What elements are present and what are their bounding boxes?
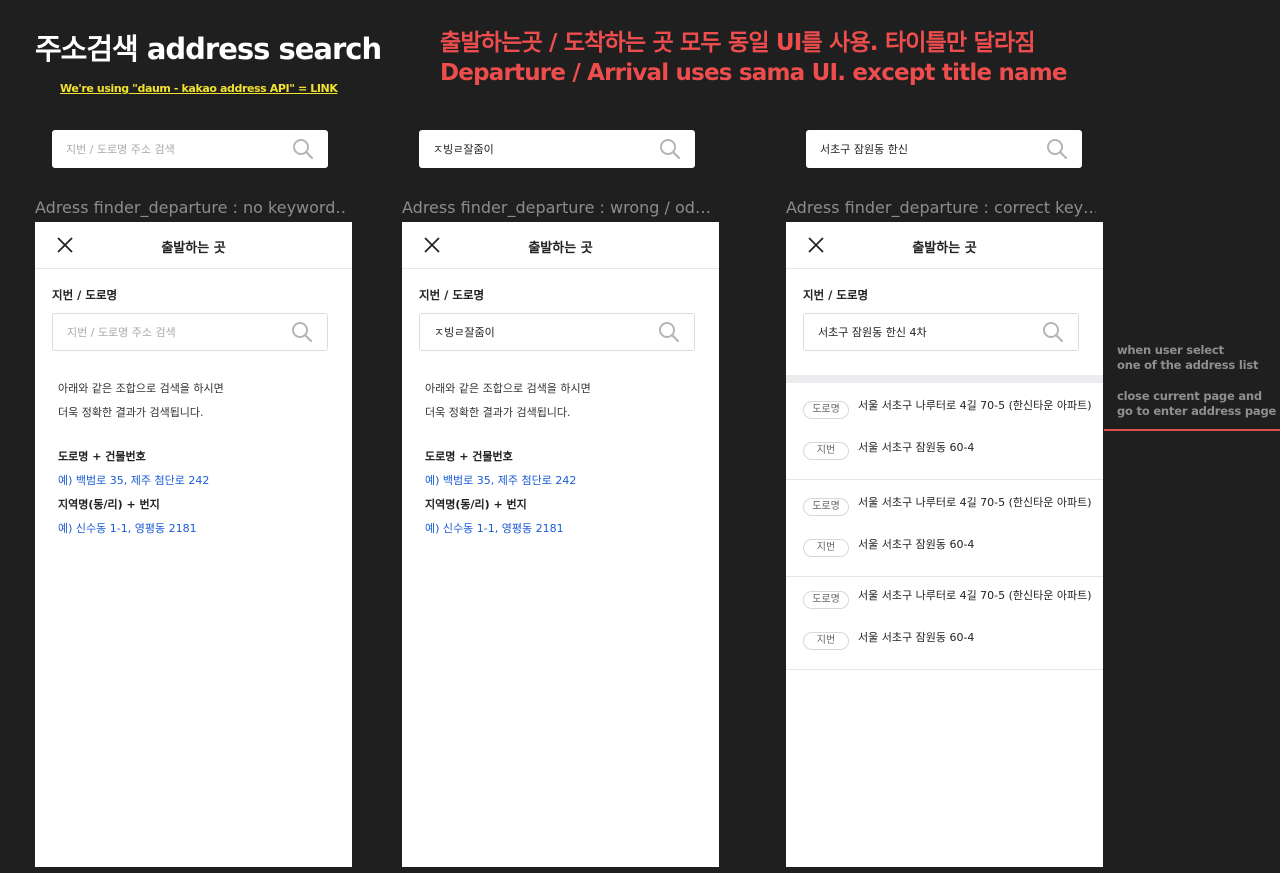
side-note-line-2: one of the address list: [1117, 358, 1259, 372]
road-address: 서울 서초구 나루터로 4길 70-5 (한신타운 아파트): [858, 399, 1092, 412]
top-search-placeholder-1: 지번 / 도로명 주소 검색: [66, 143, 175, 156]
side-note-line-1: when user select: [1117, 343, 1224, 357]
top-search-input-3[interactable]: 서초구 잠원동 한신: [806, 130, 1082, 168]
address-search-input[interactable]: ㅈ빙ㄹ잘줌이: [419, 313, 695, 351]
road-tag: 도로명: [803, 401, 849, 419]
search-placeholder: 지번 / 도로명 주소 검색: [67, 326, 176, 339]
top-search-input-1[interactable]: 지번 / 도로명 주소 검색: [52, 130, 328, 168]
screen-header: 출발하는 곳: [35, 222, 352, 269]
search-icon[interactable]: [1042, 321, 1064, 343]
annotation-line: [1104, 429, 1280, 431]
guide-region-title: 지역명(동/리) + 번지: [58, 498, 160, 511]
guide-line-2: 더욱 정확한 결과가 검색됩니다.: [425, 406, 571, 419]
top-search-input-2[interactable]: ㅈ빙ㄹ잘줌이: [419, 130, 695, 168]
api-link[interactable]: We're using "daum - kakao address API" =…: [60, 82, 338, 95]
address-search-input[interactable]: 서초구 잠원동 한신 4차: [803, 313, 1079, 351]
guide-line-1: 아래와 같은 조합으로 검색을 하시면: [58, 382, 224, 395]
road-address: 서울 서초구 나루터로 4길 70-5 (한신타운 아파트): [858, 496, 1092, 509]
road-tag: 도로명: [803, 498, 849, 516]
road-tag: 도로명: [803, 591, 849, 609]
note-korean: 출발하는곳 / 도착하는 곳 모두 동일 UI를 사용. 타이틀만 달라짐: [440, 30, 1035, 56]
screen-no-keyword: 출발하는 곳 지번 / 도로명 지번 / 도로명 주소 검색 아래와 같은 조합…: [35, 222, 352, 867]
screen-header: 출발하는 곳: [786, 222, 1103, 269]
section-label: 지번 / 도로명: [419, 288, 485, 302]
guide-region-title: 지역명(동/리) + 번지: [425, 498, 527, 511]
frame-label-3: Adress finder_departure : correct key…: [786, 198, 1096, 217]
top-search-value-2: ㅈ빙ㄹ잘줌이: [433, 143, 494, 156]
section-label: 지번 / 도로명: [803, 288, 869, 302]
address-search-input[interactable]: 지번 / 도로명 주소 검색: [52, 313, 328, 351]
search-guide: 아래와 같은 조합으로 검색을 하시면 더욱 정확한 결과가 검색됩니다. 도로…: [58, 377, 224, 541]
jibun-address: 서울 서초구 잠원동 60-4: [858, 538, 975, 551]
address-result-item[interactable]: 도로명 서울 서초구 나루터로 4길 70-5 (한신타운 아파트) 지번 서울…: [786, 480, 1103, 577]
screen-title: 출발하는 곳: [161, 241, 226, 256]
guide-road-title: 도로명 + 건물번호: [425, 450, 513, 463]
list-divider: [786, 375, 1103, 383]
top-search-value-3: 서초구 잠원동 한신: [820, 143, 908, 156]
page-title: 주소검색 address search: [35, 32, 382, 66]
address-result-item[interactable]: 도로명 서울 서초구 나루터로 4길 70-5 (한신타운 아파트) 지번 서울…: [786, 573, 1103, 670]
jibun-address: 서울 서초구 잠원동 60-4: [858, 631, 975, 644]
frame-label-1: Adress finder_departure : no keyword…: [35, 198, 345, 217]
address-result-item[interactable]: 도로명 서울 서초구 나루터로 4길 70-5 (한신타운 아파트) 지번 서울…: [786, 383, 1103, 480]
search-icon[interactable]: [659, 138, 681, 160]
search-icon[interactable]: [1046, 138, 1068, 160]
screen-wrong-keyword: 출발하는 곳 지번 / 도로명 ㅈ빙ㄹ잘줌이 아래와 같은 조합으로 검색을 하…: [402, 222, 719, 867]
search-icon[interactable]: [291, 321, 313, 343]
guide-region-example: 예) 신수동 1-1, 영평동 2181: [425, 522, 564, 535]
jibun-tag: 지번: [803, 632, 849, 650]
jibun-tag: 지번: [803, 442, 849, 460]
guide-region-example: 예) 신수동 1-1, 영평동 2181: [58, 522, 197, 535]
search-icon[interactable]: [292, 138, 314, 160]
guide-road-example: 예) 백범로 35, 제주 첨단로 242: [425, 474, 577, 487]
road-address: 서울 서초구 나루터로 4길 70-5 (한신타운 아파트): [858, 589, 1092, 602]
section-label: 지번 / 도로명: [52, 288, 118, 302]
guide-road-title: 도로명 + 건물번호: [58, 450, 146, 463]
side-note-line-4: go to enter address page: [1117, 404, 1277, 418]
note-english: Departure / Arrival uses sama UI. except…: [440, 60, 1068, 86]
jibun-address: 서울 서초구 잠원동 60-4: [858, 441, 975, 454]
guide-road-example: 예) 백범로 35, 제주 첨단로 242: [58, 474, 210, 487]
screen-title: 출발하는 곳: [912, 241, 977, 256]
screen-header: 출발하는 곳: [402, 222, 719, 269]
side-note-line-3: close current page and: [1117, 389, 1262, 403]
search-value: ㅈ빙ㄹ잘줌이: [434, 326, 495, 339]
search-guide: 아래와 같은 조합으로 검색을 하시면 더욱 정확한 결과가 검색됩니다. 도로…: [425, 377, 591, 541]
screen-correct-keyword: 출발하는 곳 지번 / 도로명 서초구 잠원동 한신 4차 도로명 서울 서초구…: [786, 222, 1103, 867]
search-value: 서초구 잠원동 한신 4차: [818, 326, 927, 339]
search-icon[interactable]: [658, 321, 680, 343]
jibun-tag: 지번: [803, 539, 849, 557]
frame-label-2: Adress finder_departure : wrong / od…: [402, 198, 711, 217]
guide-line-2: 더욱 정확한 결과가 검색됩니다.: [58, 406, 204, 419]
screen-title: 출발하는 곳: [528, 241, 593, 256]
guide-line-1: 아래와 같은 조합으로 검색을 하시면: [425, 382, 591, 395]
